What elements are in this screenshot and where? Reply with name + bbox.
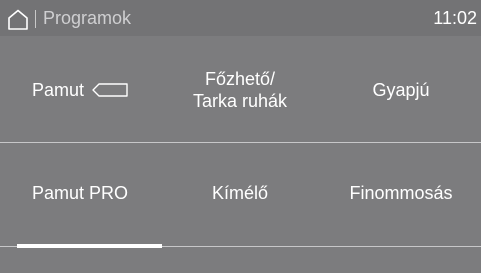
program-button-pamut[interactable]: Pamut <box>0 37 160 142</box>
program-button-gyapju[interactable]: Gyapjú <box>321 37 481 142</box>
page-title: Programok <box>43 8 132 28</box>
program-label: Kímélő <box>211 183 269 203</box>
program-label-line2: Tarka ruhák <box>192 90 288 111</box>
topbar-separator <box>35 10 36 28</box>
cotton-tag-icon <box>92 82 128 97</box>
program-screen: Programok 11:02 Pamut Főzhető/ Tarka ruh… <box>0 0 481 273</box>
bottom-strip <box>0 247 481 273</box>
program-button-finommosas[interactable]: Finommosás <box>321 143 481 243</box>
clock: 11:02 <box>433 8 477 28</box>
program-button-kimelo[interactable]: Kímélő <box>160 143 320 243</box>
top-bar: Programok 11:02 <box>0 0 481 36</box>
program-label-line1: Főzhető/ <box>204 68 276 89</box>
program-label: Pamut PRO <box>31 183 129 203</box>
home-icon[interactable] <box>7 9 29 30</box>
page-indicator[interactable] <box>17 244 162 248</box>
program-button-pamut-pro[interactable]: Pamut PRO <box>0 143 160 243</box>
program-label: Pamut <box>31 79 85 100</box>
program-button-fozheto-tarka[interactable]: Főzhető/ Tarka ruhák <box>160 37 320 142</box>
program-label: Gyapjú <box>372 79 430 100</box>
program-label: Finommosás <box>349 183 453 203</box>
